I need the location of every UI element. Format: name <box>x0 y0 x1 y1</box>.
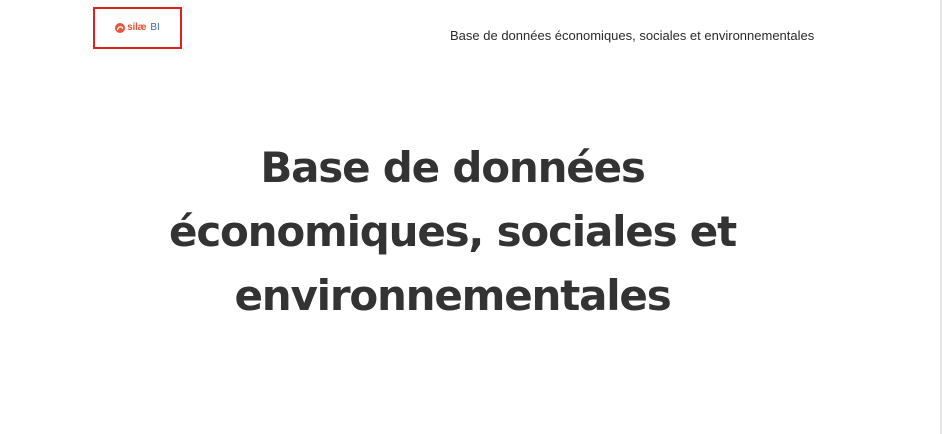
logo-bi-suffix: BI <box>150 22 160 33</box>
silae-logo-icon <box>115 23 126 33</box>
logo-link[interactable]: silæ BI <box>93 7 182 49</box>
silae-bi-logo: silæ BI <box>115 23 160 33</box>
logo-wordmark: silæ <box>127 22 147 33</box>
page-title: Base de données économiques, sociales et… <box>169 143 737 320</box>
header-title: Base de données économiques, sociales et… <box>450 28 815 43</box>
